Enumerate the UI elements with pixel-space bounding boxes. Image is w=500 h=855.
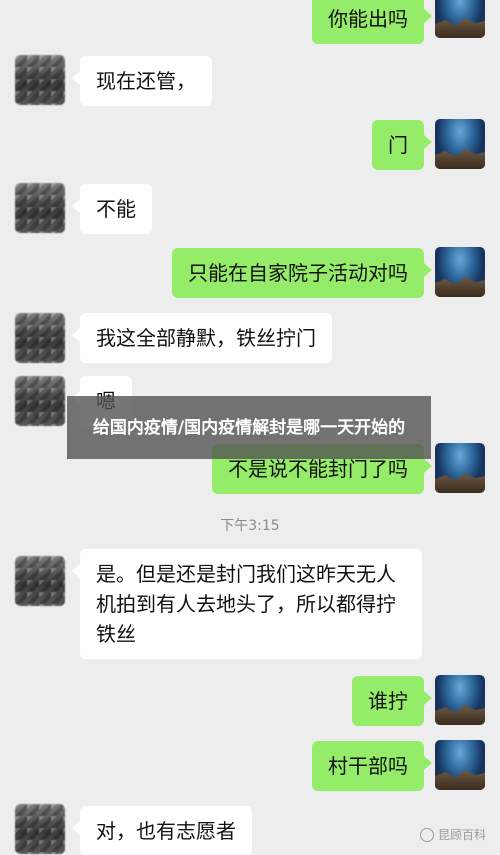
friend-avatar[interactable] (15, 313, 65, 363)
friend-avatar[interactable] (15, 183, 65, 233)
watermark-logo-icon (419, 827, 434, 842)
self-avatar[interactable] (435, 443, 485, 493)
message-bubble-received[interactable]: 对，也有志愿者 (72, 806, 252, 855)
watermark-text: 昆顾百科 (437, 828, 486, 842)
message-bubble-sent[interactable]: 谁拧 (352, 676, 432, 726)
message-bubble-received[interactable]: 不能 (72, 184, 152, 234)
message-timestamp: 下午3:15 (220, 518, 280, 534)
chat-view[interactable]: 你能出吗 现在还管， 门 不能 只能在自家院子活动对吗 我这全部静默，铁丝拧门 … (0, 0, 500, 855)
self-avatar[interactable] (435, 740, 485, 790)
watermark: 昆顾百科 (419, 826, 486, 843)
message-bubble-received[interactable]: 现在还管， (72, 56, 212, 106)
message-bubble-sent[interactable]: 村干部吗 (312, 741, 432, 791)
friend-avatar[interactable] (15, 376, 65, 426)
friend-avatar[interactable] (15, 804, 65, 854)
self-avatar[interactable] (435, 0, 485, 38)
friend-avatar[interactable] (15, 556, 65, 606)
article-title-overlay: 给国内疫情/国内疫情解封是哪一天开始的 (67, 396, 431, 459)
message-bubble-received[interactable]: 我这全部静默，铁丝拧门 (72, 313, 332, 363)
message-bubble-sent[interactable]: 你能出吗 (312, 0, 432, 44)
message-bubble-sent[interactable]: 门 (372, 120, 432, 170)
article-title: 给国内疫情/国内疫情解封是哪一天开始的 (92, 417, 406, 438)
message-bubble-received[interactable]: 是。但是还是封门我们这昨天无人 机拍到有人去地头了，所以都得拧 铁丝 (72, 549, 422, 659)
self-avatar[interactable] (435, 119, 485, 169)
friend-avatar[interactable] (15, 55, 65, 105)
self-avatar[interactable] (435, 675, 485, 725)
self-avatar[interactable] (435, 247, 485, 297)
message-bubble-sent[interactable]: 只能在自家院子活动对吗 (172, 248, 432, 298)
